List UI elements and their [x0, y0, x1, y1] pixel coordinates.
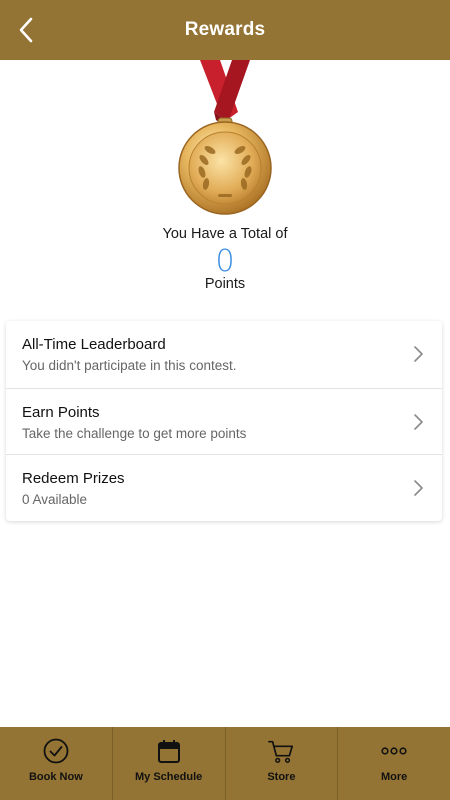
points-summary: You Have a Total of 0 Points — [0, 226, 450, 292]
tab-label: My Schedule — [135, 771, 203, 783]
row-title: Earn Points — [22, 403, 100, 421]
row-subtitle: Take the challenge to get more points — [22, 425, 247, 441]
tab-label: Book Now — [28, 771, 83, 783]
page-title: Rewards — [184, 19, 266, 40]
redeem-prizes-row[interactable]: Redeem Prizes 0 Available — [6, 454, 442, 521]
top-app-bar: Rewards — [0, 0, 450, 60]
row-subtitle: 0 Available — [22, 492, 88, 508]
chevron-right-icon — [414, 413, 423, 430]
chevron-right-icon — [414, 480, 423, 497]
tab-my-schedule[interactable]: My Schedule — [111, 727, 225, 800]
chevron-left-icon — [19, 17, 33, 43]
earn-points-row[interactable]: Earn Points Take the challenge to get mo… — [6, 387, 442, 455]
points-caption: You Have a Total of — [162, 226, 288, 242]
row-title: Redeem Prizes — [22, 470, 125, 488]
cart-icon — [267, 737, 295, 765]
gold-medal-icon — [170, 60, 280, 220]
chevron-right-icon — [414, 346, 423, 362]
tab-store[interactable]: Store — [224, 727, 338, 800]
check-circle-icon — [42, 737, 70, 765]
row-title: All-Time Leaderboard — [22, 336, 166, 353]
more-dots-icon — [380, 737, 408, 765]
rewards-menu-card: All-Time Leaderboard You didn't particip… — [6, 321, 442, 521]
tab-label: More — [380, 771, 408, 783]
points-value: 0 — [215, 244, 235, 279]
bottom-tab-bar: Book Now My Schedule Store More — [0, 727, 450, 800]
tab-more[interactable]: More — [337, 727, 450, 800]
points-unit: Points — [204, 276, 246, 292]
calendar-icon — [155, 737, 183, 765]
back-button[interactable] — [8, 12, 44, 48]
tab-label: Store — [267, 771, 296, 783]
leaderboard-row[interactable]: All-Time Leaderboard You didn't particip… — [6, 321, 442, 388]
row-subtitle: You didn't participate in this contest. — [22, 358, 237, 373]
tab-book-now[interactable]: Book Now — [0, 727, 112, 800]
